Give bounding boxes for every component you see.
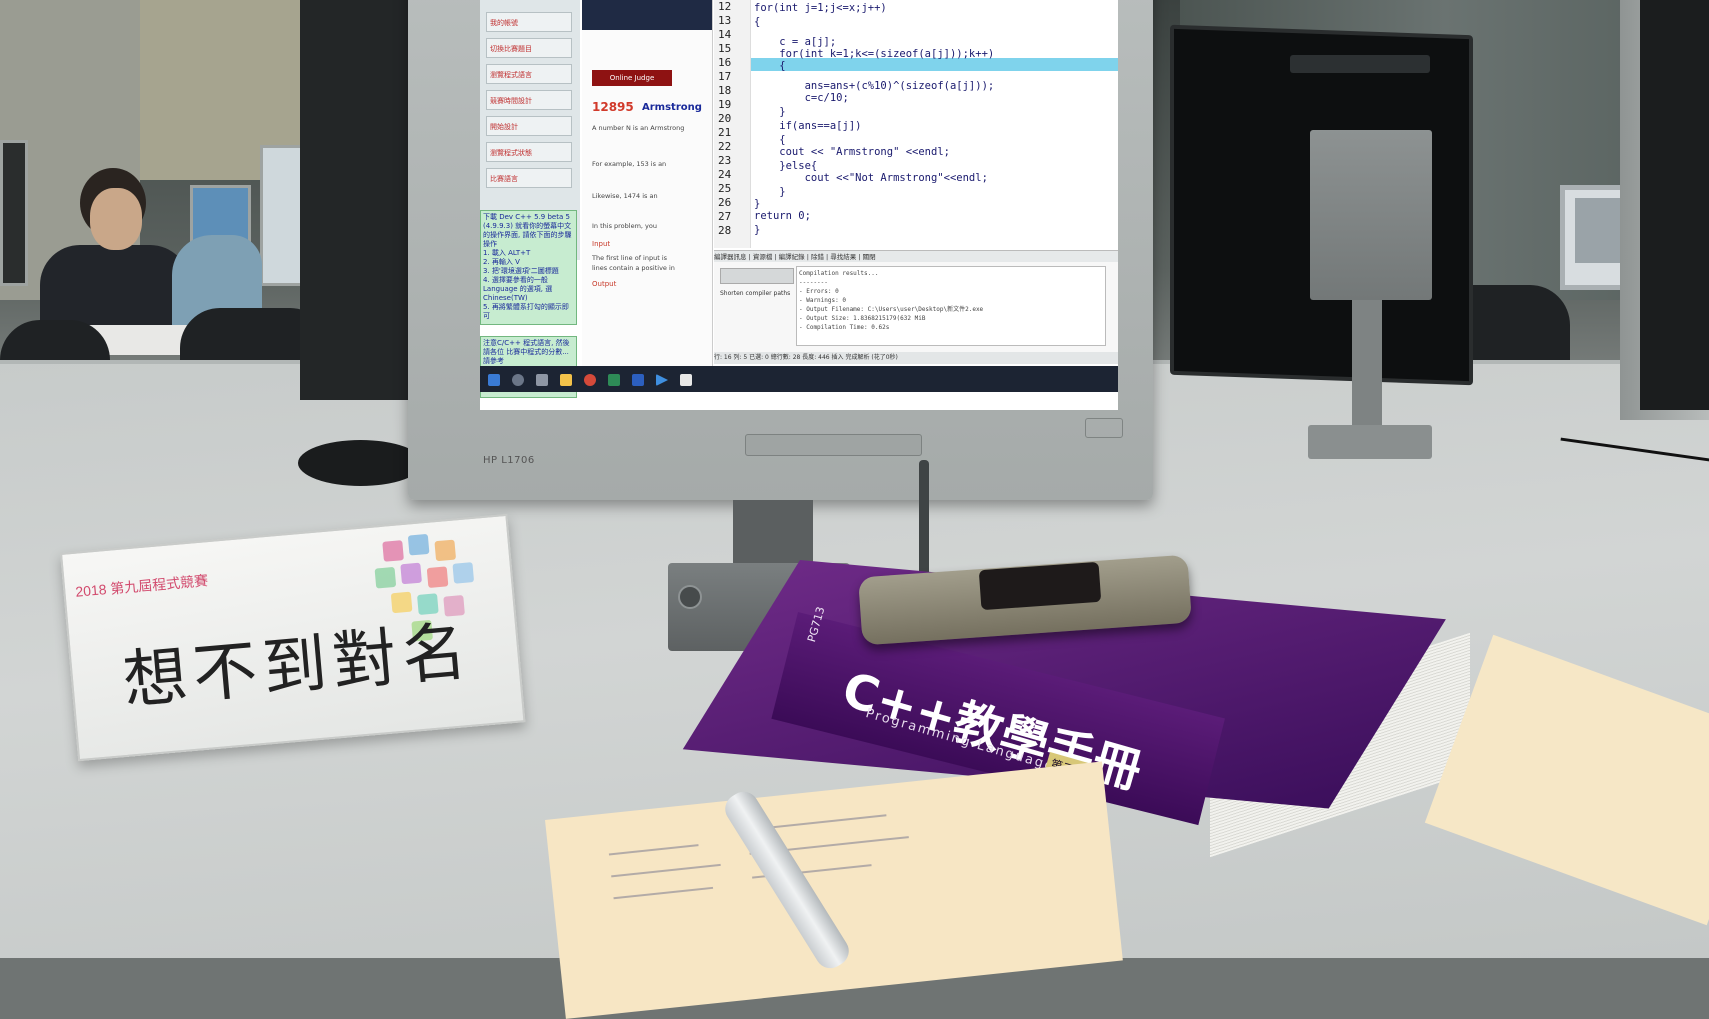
compile-log: Compilation results... -------- - Errors…: [796, 266, 1106, 346]
line-number: 17: [718, 70, 732, 83]
problem-text: A number N is an Armstrong: [592, 124, 685, 132]
mouse[interactable]: [298, 440, 423, 486]
main-monitor-screen[interactable]: 我的帳號 切換比賽題目 瀏覽程式語言 競賽時間設計 開始設計 瀏覽程式狀態 比賽…: [480, 0, 1118, 410]
background-monitor-1: [0, 140, 28, 286]
code-line: return 0;: [754, 210, 811, 222]
code-line: }: [754, 224, 761, 236]
code-line: if(ans==a[j]): [754, 120, 862, 132]
line-number-gutter: 12 13 14 15 16 17 18 19 20 21 22 23 24 2…: [714, 0, 751, 248]
code-editor[interactable]: for(int j=1;j<=x;j++) { c = a[j]; for(in…: [752, 0, 1118, 248]
line-number: 24: [718, 168, 732, 181]
right-monitor-pole: [1352, 300, 1382, 430]
sidebar-item[interactable]: 我的帳號: [486, 12, 572, 32]
code-line: {: [754, 16, 761, 28]
problem-number: 12895: [592, 100, 634, 114]
file-explorer-icon[interactable]: [560, 374, 572, 386]
handwriting: [611, 863, 721, 878]
line-number: 15: [718, 42, 732, 55]
compile-button[interactable]: [720, 268, 794, 284]
code-line: }else{: [754, 160, 818, 172]
sidebar-item[interactable]: 比賽語言: [486, 168, 572, 188]
task-view-icon[interactable]: [536, 374, 548, 386]
devcpp-note: 下載 Dev C++ 5.9 beta 5 (4.9.9.3) 就看你的螢幕中文…: [480, 210, 577, 325]
sidebar-item[interactable]: 瀏覽程式狀態: [486, 142, 572, 162]
right-monitor-stand: [1310, 130, 1432, 300]
right-monitor-foot: [1308, 425, 1432, 459]
line-number: 19: [718, 98, 732, 111]
team-nameplate: 2018 第九屆程式競賽 想不到對名: [60, 513, 526, 762]
code-line: {: [754, 60, 786, 72]
monitor-cable: [919, 460, 929, 580]
team-name: 想不到對名: [120, 614, 476, 719]
judge-badge: Online Judge: [592, 70, 672, 86]
input-heading: Input: [592, 240, 611, 248]
line-number: 27: [718, 210, 732, 223]
app-icon[interactable]: [608, 374, 620, 386]
play-icon[interactable]: [656, 374, 668, 386]
line-number: 14: [718, 28, 732, 41]
chrome-icon[interactable]: [584, 374, 596, 386]
code-line: for(int j=1;j<=x;j++): [754, 2, 887, 14]
sidebar-item[interactable]: 開始設計: [486, 116, 572, 136]
monitor-model-label: HP L1706: [483, 455, 535, 466]
code-line: for(int k=1;k<=(sizeof(a[j]));k++): [754, 48, 995, 60]
problem-panel: Online Judge 12895 Armstrong A number N …: [582, 0, 713, 380]
left-monitor-back: [300, 0, 415, 400]
problem-title: Armstrong: [642, 102, 702, 113]
line-number: 20: [718, 112, 732, 125]
code-line: }: [754, 186, 786, 198]
compile-panel: Shorten compiler paths Compilation resul…: [714, 262, 1118, 352]
sidebar-item[interactable]: 切換比賽題目: [486, 38, 572, 58]
line-number: 25: [718, 182, 732, 195]
problem-text: Likewise, 1474 is an: [592, 192, 658, 200]
problem-text: For example, 153 is an: [592, 160, 667, 168]
line-number: 18: [718, 84, 732, 97]
code-line: {: [754, 134, 786, 146]
problem-text: In this problem, you: [592, 222, 657, 230]
document-icon[interactable]: [680, 374, 692, 386]
sidebar-item[interactable]: 瀏覽程式語言: [486, 64, 572, 84]
line-number: 26: [718, 196, 732, 209]
input-text: lines contain a positive in: [592, 264, 675, 272]
code-line: ans=ans+(c%10)^(sizeof(a[j]));: [754, 80, 995, 92]
right-monitor-vent: [1290, 55, 1430, 73]
shorten-paths-checkbox[interactable]: Shorten compiler paths: [720, 290, 790, 297]
contest-heading: 2018 第九屆程式競賽: [74, 572, 209, 600]
lock-icon: [678, 585, 702, 609]
student-face: [90, 188, 142, 250]
code-line: c = a[j];: [754, 36, 837, 48]
line-number: 13: [718, 14, 732, 27]
line-number: 12: [718, 0, 732, 13]
handwriting: [613, 886, 714, 900]
student-body: [40, 245, 190, 325]
edge-monitor-front: [1640, 0, 1709, 410]
code-line: }: [754, 198, 761, 210]
code-line: c=c/10;: [754, 92, 849, 104]
phone-case-sticker: [978, 561, 1102, 611]
output-heading: Output: [592, 280, 617, 288]
power-button[interactable]: [1085, 418, 1123, 438]
line-number: 21: [718, 126, 732, 139]
problem-header-bar: [582, 0, 712, 30]
line-number: 23: [718, 154, 732, 167]
devcpp-icon[interactable]: [632, 374, 644, 386]
sidebar-item[interactable]: 競賽時間設計: [486, 90, 572, 110]
handwriting: [608, 844, 699, 856]
start-icon[interactable]: [488, 374, 500, 386]
line-number: 22: [718, 140, 732, 153]
code-line: cout << "Armstrong" <<endl;: [754, 146, 950, 158]
status-bar: 行: 16 列: 5 已選: 0 總行數: 28 長度: 446 插入 完成解析…: [714, 352, 1118, 364]
code-line: cout <<"Not Armstrong"<<endl;: [754, 172, 988, 184]
code-line: }: [754, 106, 786, 118]
input-text: The first line of input is: [592, 254, 668, 262]
monitor-buttons[interactable]: [745, 434, 922, 456]
line-number: 28: [718, 224, 732, 237]
taskbar: [480, 366, 1118, 392]
line-number: 16: [718, 56, 732, 69]
search-icon[interactable]: [512, 374, 524, 386]
